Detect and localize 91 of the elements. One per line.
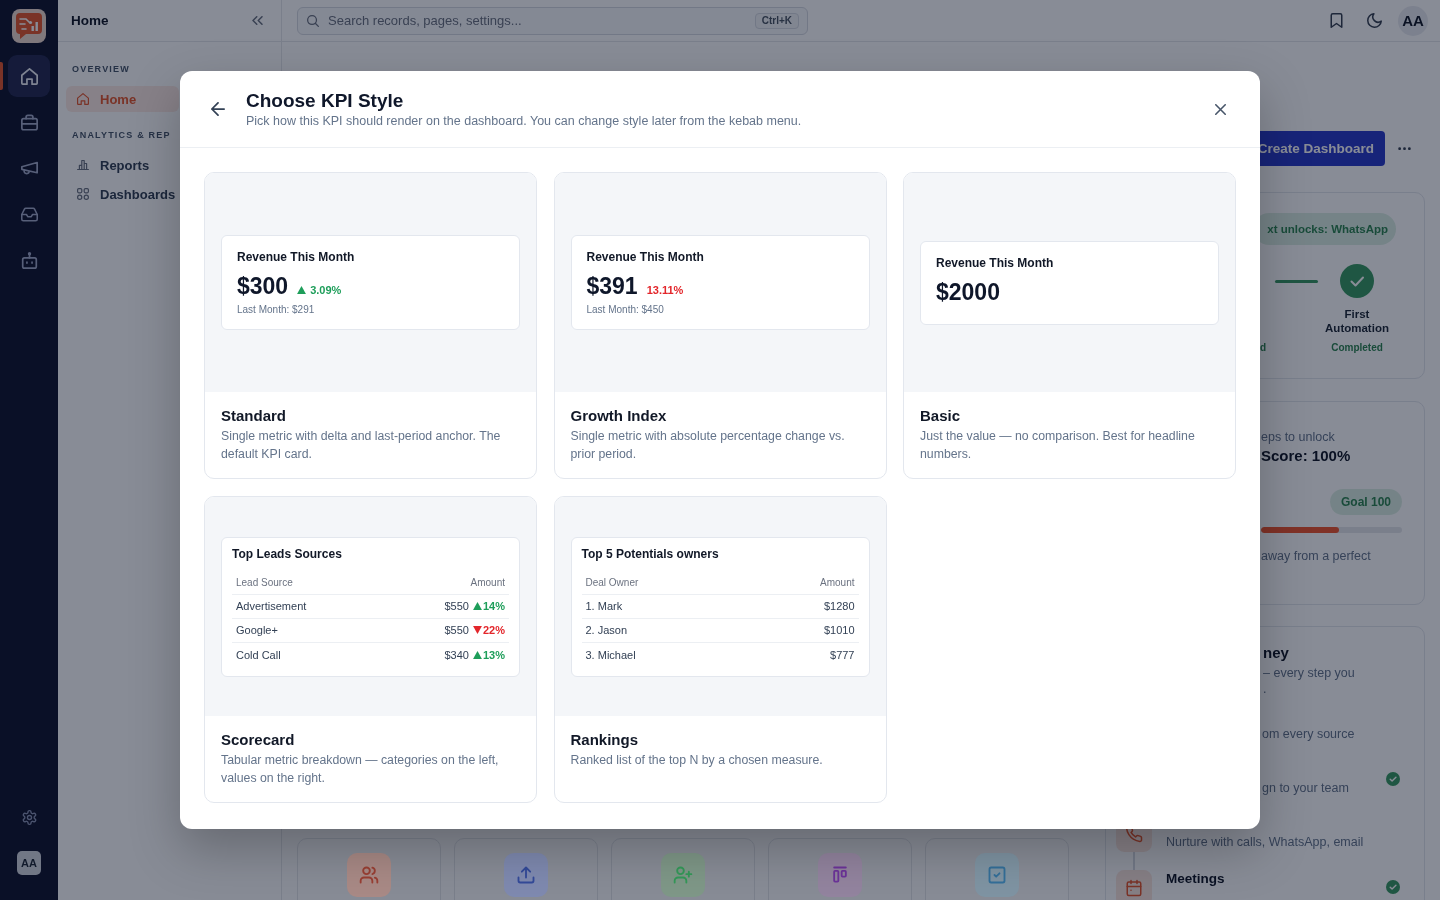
option-title: Basic (920, 406, 962, 425)
bar-chart-icon (77, 159, 89, 171)
briefcase-icon (20, 113, 38, 131)
option-description: Just the value — no comparison. Best for headline numbers. (920, 428, 1196, 463)
change-value: 3.09% (310, 284, 342, 296)
double-chevron-left-icon (251, 16, 263, 25)
step-status: Completed (1331, 342, 1383, 354)
bookmark-icon (1328, 13, 1344, 28)
change-value: 14% (482, 600, 505, 612)
table-title: Top 5 Potentials owners (581, 546, 720, 562)
description-text: – every step you (1263, 665, 1356, 681)
collapse-button[interactable] (250, 13, 264, 28)
style-option-card[interactable]: Revenue This Month $2000 Basic Just the value — no comparison. Best for headline numbers. (903, 172, 1236, 479)
kpi-value: $300 (237, 272, 289, 300)
table-cell: $1010 (823, 624, 855, 636)
option-description: Single metric with absolute percentage change vs. prior period. (570, 428, 846, 463)
nav-item[interactable]: Reports (66, 152, 179, 178)
column-header: Amount (470, 576, 505, 588)
kpi-title: Revenue This Month (586, 250, 705, 265)
table-cell: 2. Jason (585, 624, 628, 636)
table-cell: Advertisement (236, 600, 307, 612)
option-title: Scorecard (221, 730, 296, 749)
active-indicator (0, 62, 3, 90)
option-title: Standard (221, 406, 287, 425)
previous-value: Last Month: $450 (586, 303, 665, 316)
step-title: Meetings (1166, 870, 1226, 888)
moon-icon (1366, 13, 1382, 28)
modal-title: Choose KPI Style (246, 88, 405, 112)
table-cell: Cold Call (236, 648, 281, 661)
table-cell: $1280 (823, 600, 855, 612)
kpi-value: $2000 (936, 277, 1000, 306)
option-description: Ranked list of the top N by a chosen measure. (570, 752, 824, 769)
table-cell: 1. Mark (585, 600, 623, 612)
goal-badge: Goal 100 (1329, 489, 1402, 515)
option-description: Tabular metric breakdown — categories on the left, values on the right. (221, 752, 500, 787)
style-option-card[interactable]: Top 5 Potentials owners Deal Owner Amount 1. Mark $1280 2. Jason $1010 3. Michael $777 Rankings Ranked list of the top N by a chosen measure. (553, 496, 887, 803)
horizontal-dots-icon (1397, 146, 1411, 151)
app-logo (12, 9, 46, 43)
settings-icon (21, 809, 37, 825)
style-option-card[interactable]: Revenue This Month $300 3.09% Last Month: $291 Standard Single metric with delta and last-period anchor. The default KPI card. (204, 172, 537, 479)
megaphone-icon (20, 159, 38, 177)
nav-button[interactable] (8, 55, 50, 97)
step-label: First Automation (1324, 307, 1390, 335)
style-option-card[interactable]: Top Leads Sources Lead Source Amount Advertisement $550 14% Google+ $550 22% Cold Call $340 13% Scorecard Tabular metric breakdown — categories on the left, values on the right. (204, 496, 537, 803)
card-title: Score: 100% (1261, 447, 1352, 465)
change-value: 13.11% (646, 284, 684, 296)
user-avatar[interactable]: AA (1398, 5, 1428, 36)
home-icon (20, 67, 38, 85)
step-status: d (1259, 342, 1266, 354)
column-header: Amount (820, 576, 855, 588)
change-value: 22% (482, 624, 505, 636)
description-text: . (1263, 681, 1268, 697)
column-header: Lead Source (236, 576, 293, 588)
style-option-card[interactable]: Revenue This Month $391 13.11% Last Month: $450 Growth Index Single metric with absolute percentage change vs. prior period. (553, 172, 887, 479)
table-title: Top Leads Sources (232, 546, 343, 562)
step-description: Nurture with calls, WhatsApp, email (1166, 834, 1365, 850)
previous-value: Last Month: $291 (237, 303, 316, 316)
table-cell: Google+ (236, 624, 278, 636)
step-description: om every source (1262, 726, 1356, 742)
inbox-icon (20, 205, 38, 223)
section-label: OVERVIEW (72, 64, 130, 74)
table-cell: $777 (830, 648, 855, 661)
step-description: gn to your team (1262, 780, 1350, 796)
card-title: ney (1263, 644, 1290, 662)
table-cell: $340 (444, 648, 469, 661)
modal-subtitle: Pick how this KPI should render on the dashboard. You can change style later from the kebab menu. (246, 112, 803, 130)
grid-icon (77, 188, 89, 200)
sidebar-title: Home (71, 13, 109, 28)
kpi-title: Revenue This Month (237, 250, 356, 265)
card-subtitle: eps to unlock (1261, 429, 1336, 445)
table-cell: $550 (444, 624, 469, 636)
kpi-title: Revenue This Month (936, 255, 1055, 271)
change-value: 13% (482, 648, 505, 661)
phone-icon (1116, 828, 1152, 852)
column-header: Deal Owner (585, 576, 639, 588)
search-icon (307, 14, 319, 27)
table-cell: $550 (444, 600, 469, 612)
robot-icon (20, 251, 38, 269)
user-avatar[interactable]: AA (17, 851, 41, 875)
kpi-value: $391 (586, 272, 638, 300)
nav-item[interactable]: Dashboards (66, 181, 179, 207)
option-description: Single metric with delta and last-period anchor. The default KPI card. (221, 428, 502, 463)
calendar-icon (1116, 870, 1152, 900)
home-icon (77, 93, 89, 105)
section-label: ANALYTICS & REP (72, 130, 171, 140)
table-cell: 3. Michael (585, 648, 636, 661)
option-title: Growth Index (570, 406, 668, 425)
card-note: away from a perfect (1261, 548, 1372, 564)
arrow-left-icon (211, 102, 225, 116)
close-icon (1214, 103, 1226, 115)
option-title: Rankings (570, 730, 639, 749)
